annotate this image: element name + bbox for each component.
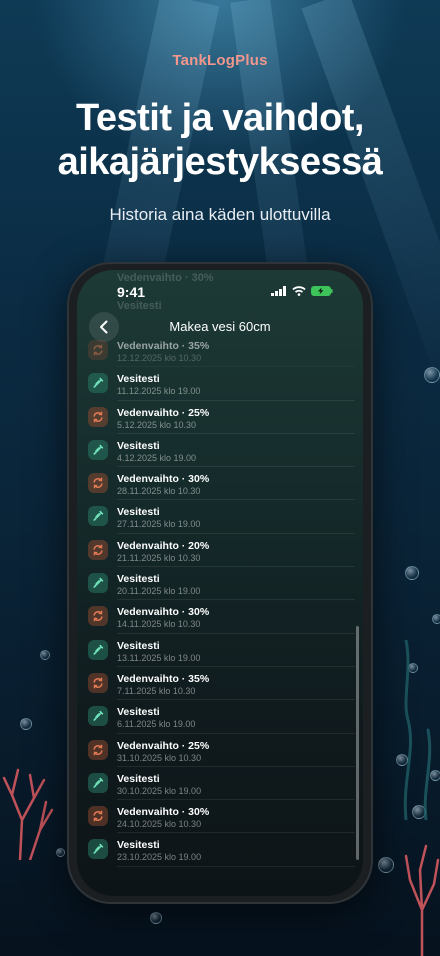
entry-title: Vedenvaihto · 25% — [117, 739, 210, 752]
list-item[interactable]: Vedenvaihto · 30% 14.11.2025 klo 10.30 — [77, 600, 363, 634]
entry-title: Vesitesti — [117, 439, 160, 452]
entry-title: Vesitesti — [117, 706, 160, 719]
list-item[interactable]: Vedenvaihto · 25% 31.10.2025 klo 10.30 — [77, 734, 363, 768]
pipette-icon — [88, 506, 108, 527]
entry-title: Vedenvaihto · 30% — [117, 606, 210, 619]
list-item[interactable]: Vedenvaihto · 30% 24.10.2025 klo 10.30 — [77, 800, 363, 834]
status-time: 9:41 — [117, 284, 146, 300]
list-item[interactable]: Vesitesti 20.11.2025 klo 19.00 — [77, 567, 363, 601]
seaweed-right — [403, 640, 432, 820]
entry-date: 30.10.2025 klo 19.00 — [117, 785, 202, 796]
entry-date: 6.11.2025 klo 19.00 — [117, 719, 196, 730]
list-item[interactable]: Vesitesti 6.11.2025 klo 19.00 — [77, 700, 363, 734]
entry-title: Vesitesti — [117, 772, 160, 785]
signal-icon — [271, 286, 286, 296]
ghost-row-title: Vedenvaihto · 30% — [117, 272, 214, 284]
refresh-icon — [88, 473, 108, 494]
battery-icon — [311, 286, 333, 296]
list-item[interactable]: Vedenvaihto · 25% 5.12.2025 klo 10.30 — [77, 401, 363, 435]
app-name: TankLogPlus — [172, 52, 268, 69]
list-item[interactable]: Vesitesti 30.10.2025 klo 19.00 — [77, 767, 363, 801]
entry-date: 14.11.2025 klo 10.30 — [117, 619, 201, 630]
entry-date: 24.10.2025 klo 10.30 — [117, 819, 202, 830]
entry-date: 13.11.2025 klo 19.00 — [117, 652, 201, 663]
pipette-icon — [88, 439, 108, 460]
entry-date: 7.11.2025 klo 10.30 — [117, 685, 196, 696]
list-item[interactable]: Vedenvaihto · 20% 21.11.2025 klo 10.30 — [77, 534, 363, 568]
entry-title: Vedenvaihto · 30% — [117, 473, 210, 486]
headline: Testit ja vaihdot, aikajärjestyksessä — [0, 96, 440, 184]
phone-screen: Vedenvaihto · 30% Vesitesti 9:41 Makea v… — [77, 270, 363, 896]
entry-date: 20.11.2025 klo 19.00 — [117, 586, 201, 597]
list-item[interactable]: Vedenvaihto · 35% 7.11.2025 klo 10.30 — [77, 667, 363, 701]
entry-title: Vesitesti — [117, 639, 160, 652]
refresh-icon — [88, 672, 108, 693]
list-item[interactable]: Vesitesti 13.11.2025 klo 19.00 — [77, 634, 363, 668]
entry-title: Vedenvaihto · 20% — [117, 539, 210, 552]
refresh-icon — [88, 340, 108, 360]
subheadline: Historia aina käden ulottuvilla — [109, 205, 331, 224]
list-item[interactable]: Vesitesti 4.12.2025 klo 19.00 — [77, 434, 363, 468]
history-list: Vedenvaihto · 35% 12.12.2025 klo 10.30 Ves… — [77, 334, 363, 868]
headline-line-2: aikajärjestyksessä — [57, 141, 383, 183]
entry-title: Vedenvaihto · 35% — [117, 340, 210, 352]
bubble — [40, 650, 50, 660]
entry-date: 21.11.2025 klo 10.30 — [117, 552, 201, 563]
entry-date: 27.11.2025 klo 19.00 — [117, 519, 201, 530]
entry-date: 12.12.2025 klo 10.30 — [117, 353, 202, 363]
refresh-icon — [88, 406, 108, 427]
pipette-icon — [88, 639, 108, 660]
pipette-icon — [88, 839, 108, 860]
list-item[interactable]: Vesitesti 27.11.2025 klo 19.00 — [77, 500, 363, 535]
entry-date: 23.10.2025 klo 19.00 — [117, 852, 202, 863]
refresh-icon — [88, 806, 108, 827]
phone-mockup: Vedenvaihto · 30% Vesitesti 9:41 Makea v… — [67, 262, 373, 904]
entry-date: 31.10.2025 klo 10.30 — [117, 752, 202, 763]
coral-right — [404, 844, 440, 956]
list-item[interactable]: Vedenvaihto · 35% 12.12.2025 klo 10.30 — [77, 334, 363, 368]
entry-title: Vesitesti — [117, 373, 160, 386]
pipette-icon — [88, 573, 108, 594]
refresh-icon — [88, 539, 108, 560]
entry-date: 4.12.2025 klo 19.00 — [117, 452, 197, 463]
entry-title: Vesitesti — [117, 506, 160, 519]
entry-title: Vedenvaihto · 30% — [117, 806, 210, 819]
headline-line-1: Testit ja vaihdot, — [75, 97, 365, 139]
coral-left — [2, 768, 54, 860]
pipette-icon — [88, 706, 108, 727]
nav-title: Makea vesi 60cm — [169, 319, 271, 334]
entry-title: Vedenvaihto · 25% — [117, 406, 210, 419]
pipette-icon — [88, 373, 108, 394]
entry-date: 28.11.2025 klo 10.30 — [117, 486, 201, 497]
bubble — [378, 857, 394, 873]
entry-date: 5.12.2025 klo 10.30 — [117, 419, 197, 430]
list-item[interactable]: Vesitesti 23.10.2025 klo 19.00 — [77, 833, 363, 868]
bubble — [20, 718, 32, 730]
wifi-icon — [292, 286, 306, 296]
list-item[interactable]: Vedenvaihto · 30% 28.11.2025 klo 10.30 — [77, 467, 363, 501]
entry-date: 11.12.2025 klo 19.00 — [117, 386, 201, 397]
refresh-icon — [88, 739, 108, 760]
pipette-icon — [88, 772, 108, 793]
bubble — [405, 566, 419, 580]
scrollbar[interactable] — [356, 626, 359, 860]
refresh-icon — [88, 606, 108, 627]
list-item[interactable]: Vesitesti 11.12.2025 klo 19.00 — [77, 367, 363, 401]
bubble — [424, 367, 440, 383]
entry-title: Vesitesti — [117, 573, 160, 586]
bubble — [432, 614, 440, 624]
status-bar: 9:41 — [77, 284, 363, 304]
entry-title: Vedenvaihto · 35% — [117, 672, 210, 685]
bubble — [150, 912, 162, 924]
entry-title: Vesitesti — [117, 839, 160, 852]
